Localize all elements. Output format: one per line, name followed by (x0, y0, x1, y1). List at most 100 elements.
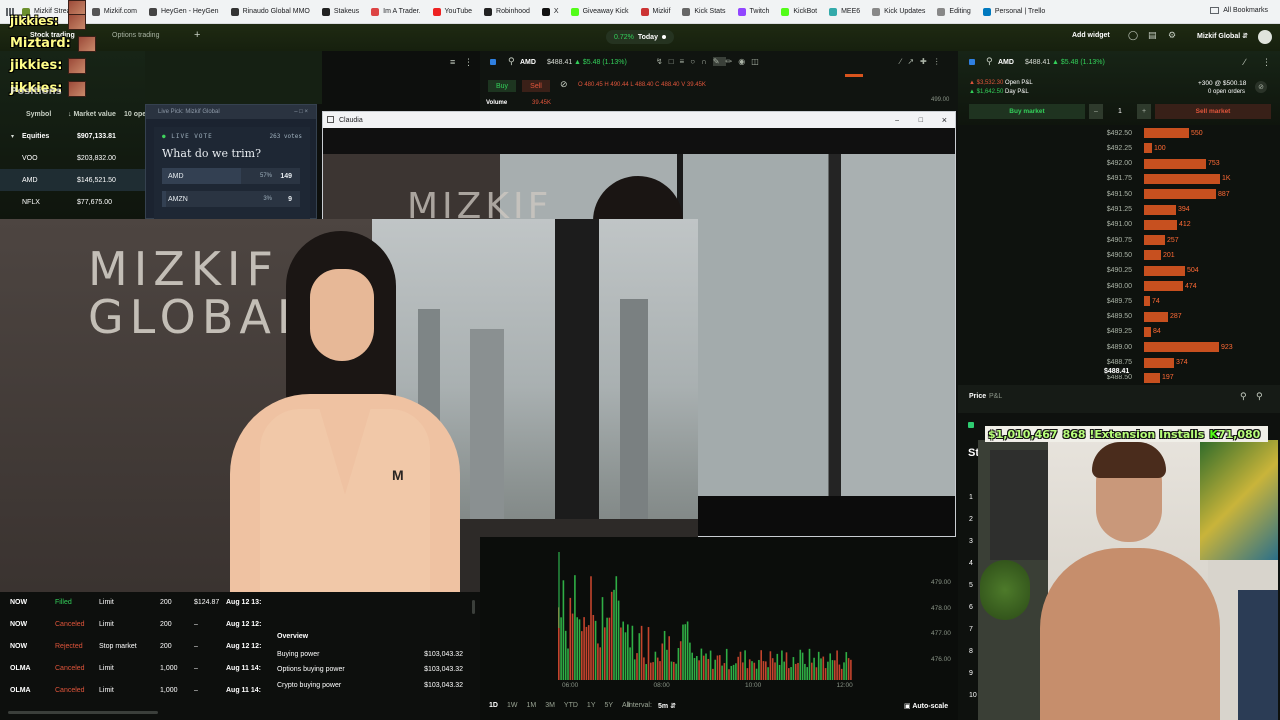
more-icon[interactable]: ⋮ (464, 57, 473, 68)
indicator-icon[interactable]: ↯ (656, 57, 669, 66)
bookmark-item[interactable]: MEE6 (829, 7, 860, 16)
plus-button[interactable]: + (1137, 104, 1151, 119)
vote-window-titlebar[interactable]: Live Pick: Mizkif Global – □ × (146, 105, 316, 119)
order-book-row[interactable]: $491.75 1K (1080, 173, 1260, 185)
order-book-row[interactable]: $490.75 257 (1080, 234, 1260, 246)
bookmark-item[interactable]: YouTube (432, 7, 472, 16)
bookmark-item[interactable]: Mizkif (640, 7, 670, 16)
trend-icon[interactable]: ↗ (907, 57, 920, 66)
right-color-tag[interactable] (969, 59, 975, 65)
range-button[interactable]: 1D (489, 702, 498, 709)
filter-icon[interactable]: ≡ (450, 57, 455, 67)
list-icon[interactable]: ≡ (680, 57, 691, 66)
vote-option[interactable]: AMZN 3% 9 (162, 191, 300, 207)
tab-pnl[interactable]: P&L (989, 393, 1002, 400)
order-row[interactable]: OLMA Canceled Limit 1,000 – Aug 11 14: (0, 657, 262, 679)
order-book-row[interactable]: $489.50 287 (1080, 311, 1260, 323)
auto-scale-button[interactable]: ▣ Auto-scale (904, 702, 948, 710)
bookmark-item[interactable]: HeyGen - HeyGen (148, 7, 219, 16)
layout-icon[interactable]: ▤ (1148, 30, 1157, 41)
bell-icon[interactable]: ◯ (1128, 30, 1138, 41)
bookmark-item[interactable]: Rinaudo Global MMO (230, 7, 310, 16)
search-icon[interactable]: ⚲ (508, 56, 515, 67)
bookmark-item[interactable]: Stakeus (321, 7, 359, 16)
interval-selector[interactable]: 5m ⇵ (658, 702, 676, 710)
tool-icon[interactable]: ∕ (1244, 57, 1246, 67)
minus-button[interactable]: – (1089, 104, 1103, 119)
order-book-row[interactable]: $490.00 474 (1080, 280, 1260, 292)
range-button[interactable]: 1M (526, 702, 536, 709)
position-row[interactable]: NFLX $77,675.00 (0, 191, 145, 213)
trash-icon[interactable]: ◫ (751, 57, 765, 66)
bookmark-item[interactable]: Editing (937, 7, 971, 16)
pencil-icon[interactable]: ✏ (726, 57, 739, 66)
position-row[interactable]: VOO $203,832.00 (0, 147, 145, 169)
bookmark-item[interactable]: KickBot (781, 7, 817, 16)
order-book-row[interactable]: $492.25 100 (1080, 142, 1260, 154)
range-button[interactable]: 1W (507, 702, 518, 709)
order-book-row[interactable]: $489.75 74 (1080, 295, 1260, 307)
order-book-row[interactable]: $489.25 84 (1080, 326, 1260, 338)
minimize-icon[interactable]: – (895, 117, 899, 124)
orders-scrollbar[interactable] (8, 711, 158, 714)
order-row[interactable]: NOW Rejected Stop market 200 – Aug 12 12: (0, 635, 262, 657)
chart-toolbar[interactable]: ↯□≡○∩✎✏◉◫ (656, 57, 765, 66)
sell-market-button[interactable]: Sell market (1155, 104, 1271, 119)
live-vote-window[interactable]: Live Pick: Mizkif Global – □ × ● LIVE VO… (145, 104, 317, 219)
today-change-pill[interactable]: 0.72% Today (606, 30, 674, 44)
order-row[interactable]: NOW Filled Limit 200 $124.87 Aug 12 13: (0, 591, 262, 613)
buy-market-button[interactable]: Buy market (969, 104, 1085, 119)
right-symbol[interactable]: AMD (998, 59, 1014, 66)
order-details-icon[interactable]: ⊘ (1255, 81, 1267, 93)
qty-value[interactable]: 1 (1103, 108, 1137, 115)
bookmark-item[interactable]: Kick Stats (682, 7, 726, 16)
sell-button[interactable]: Sell (522, 80, 550, 92)
buy-button[interactable]: Buy (488, 80, 516, 92)
order-book-row[interactable]: $491.25 394 (1080, 204, 1260, 216)
volume-chart[interactable] (480, 540, 958, 690)
range-button[interactable]: 1Y (587, 702, 596, 709)
bookmark-item[interactable]: Twitch (737, 7, 769, 16)
settings-circle-icon[interactable]: ⊘ (560, 79, 568, 90)
bookmark-item[interactable]: Kick Updates (872, 7, 925, 16)
range-button[interactable]: 3M (545, 702, 555, 709)
range-button[interactable]: 5Y (604, 702, 613, 709)
order-book-row[interactable]: $489.00 923 (1080, 341, 1260, 353)
avatar[interactable] (1258, 30, 1272, 44)
order-book-row[interactable]: $492.50 550 (1080, 127, 1260, 139)
order-book-row[interactable]: $492.00 753 (1080, 158, 1260, 170)
zoom-out-icon[interactable]: ⚲ (1240, 391, 1247, 402)
zoom-in-icon[interactable]: ⚲ (1256, 391, 1263, 402)
add-tab-icon[interactable]: + (194, 29, 200, 41)
col-header-open[interactable]: 10 ope (124, 111, 146, 118)
chart-color-tag[interactable] (490, 59, 496, 65)
close-icon[interactable]: × (942, 115, 947, 125)
search-icon[interactable]: ⚲ (986, 56, 993, 67)
more-icon[interactable]: ⋮ (1262, 57, 1271, 68)
order-book-row[interactable]: $491.00 412 (1080, 219, 1260, 231)
order-book-row[interactable]: $488.75 374 (1080, 357, 1260, 369)
range-selector[interactable]: 1D 1W 1M 3M YTD 1Y 5Y All (489, 702, 639, 709)
bookmark-item[interactable]: Giveaway Kick (570, 7, 629, 16)
bookmark-item[interactable]: Personal | Trello (982, 7, 1045, 16)
order-book-row[interactable]: $490.50 201 (1080, 249, 1260, 261)
overview-scrollbar[interactable] (472, 600, 475, 614)
magnet-icon[interactable]: ∩ (701, 57, 713, 66)
order-book-row[interactable]: $490.25 504 (1080, 265, 1260, 277)
qty-stepper[interactable]: – 1 + (1089, 104, 1151, 119)
bookmark-item[interactable]: X (541, 7, 559, 16)
pen-icon[interactable]: ✎ (712, 57, 726, 66)
chart-symbol[interactable]: AMD (520, 59, 536, 66)
col-header-market-value[interactable]: ↓ Market value (68, 111, 116, 118)
circle-icon[interactable]: ○ (690, 57, 701, 66)
maximize-icon[interactable]: □ (919, 117, 923, 124)
order-row[interactable]: OLMA Canceled Limit 1,000 – Aug 11 14: (0, 679, 262, 701)
position-row-selected[interactable]: AMD $146,521.50 (0, 169, 145, 191)
chart-right-tools[interactable]: ∕↗✚⋮ (900, 57, 947, 66)
account-menu[interactable]: Mizkif Global ⇵ (1197, 32, 1248, 40)
order-book-row[interactable]: $491.50 887 (1080, 188, 1260, 200)
vote-option[interactable]: AMD 57% 149 (162, 168, 300, 184)
bookmark-item[interactable]: Im A Trader. (371, 7, 421, 16)
positions-group-equities[interactable]: ▾ Equities $907,133.81 (0, 125, 145, 147)
claudia-titlebar[interactable]: Claudia – □ × (323, 112, 955, 128)
